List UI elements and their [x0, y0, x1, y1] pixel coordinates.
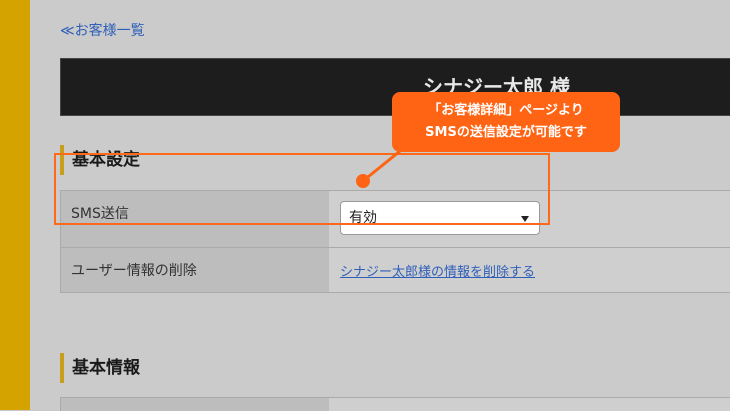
annotation-line-1: 「お客様詳細」ページより [428, 103, 584, 118]
callout-connector [362, 145, 406, 183]
callout-connector-line [362, 145, 406, 183]
main-content: ≪お客様一覧 シナジー太郎 様 基本設定 SMS送信 ユーザー情報の削除 有効 … [30, 0, 730, 411]
annotation-callout: 「お客様詳細」ページより SMSの送信設定が可能です [392, 92, 620, 152]
callout-dot [356, 174, 370, 188]
left-accent-bar [0, 0, 30, 410]
annotation-line-2: SMSの送信設定が可能です [425, 125, 587, 140]
